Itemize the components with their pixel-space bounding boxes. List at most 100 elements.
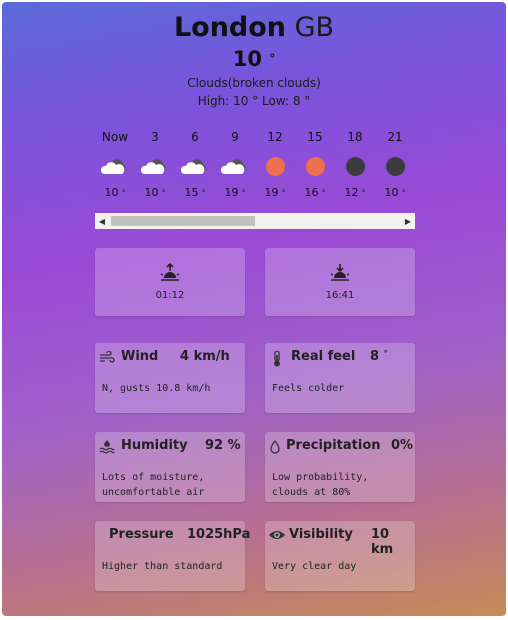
- hourly-time: 3: [151, 130, 159, 144]
- scroll-right-arrow-icon[interactable]: ▶: [401, 213, 415, 229]
- pressure-header: Pressure 1025hPa: [99, 527, 250, 545]
- hourly-item: 18 12 °: [335, 128, 375, 200]
- hourly-temp: 16 °: [295, 186, 335, 200]
- hourly-item: 12 19 °: [255, 128, 295, 200]
- humidity-label: Humidity: [121, 438, 188, 453]
- wind-card: Wind 4 km/h N, gusts 10.8 km/h: [95, 343, 245, 413]
- sun-icon: [295, 146, 335, 186]
- humidity-detail-line-1: Lots of moisture,: [102, 472, 205, 483]
- hourly-temp: 10 °: [95, 186, 135, 200]
- hourly-degree: °: [282, 189, 286, 197]
- thermometer-icon: [269, 350, 285, 367]
- hourly-temp: 10 °: [375, 186, 415, 200]
- hourly-item: 3 10 °: [135, 128, 175, 200]
- hourly-temp: 19 °: [215, 186, 255, 200]
- wind-icon: [99, 350, 115, 365]
- city-name: London: [173, 12, 287, 43]
- scroll-left-arrow-icon[interactable]: ◀: [95, 213, 109, 229]
- visibility-card: Visibility 10 km Very clear day: [265, 521, 415, 591]
- cloud-icon: [175, 146, 215, 186]
- humidity-detail: Lots of moisture, uncomfortable air: [102, 470, 204, 500]
- hourly-temp-value: 19: [264, 186, 279, 199]
- sunrise-time: 01:12: [155, 290, 185, 301]
- hourly-time: Now: [101, 130, 129, 144]
- humidity-card: Humidity 92 % Lots of moisture, uncomfor…: [95, 432, 245, 502]
- hourly-time: 15: [307, 130, 323, 144]
- hourly-degree: °: [322, 189, 326, 197]
- realfeel-degree: °: [383, 349, 388, 358]
- precipitation-detail-line-1: Low probability,: [272, 472, 369, 483]
- wind-label: Wind: [121, 349, 159, 364]
- hourly-scrollbar[interactable]: ◀ ▶: [95, 213, 415, 229]
- precipitation-value: 0%: [391, 438, 414, 453]
- degree-symbol: °: [269, 52, 276, 66]
- hourly-temp: 19 °: [255, 186, 295, 200]
- humidity-icon: [99, 440, 115, 454]
- cloud-icon: [135, 146, 175, 186]
- wind-detail: N, gusts 10.8 km/h: [102, 383, 211, 394]
- hourly-forecast[interactable]: Now 10 ° 3 10 ° 6 15 ° 9 19 ° 12 19 ° 15 16 ° 18 12 °…: [95, 128, 415, 208]
- sunrise-card: 01:12: [95, 248, 245, 316]
- hourly-temp-value: 12: [344, 186, 359, 199]
- current-temp-value: 10: [232, 47, 262, 71]
- wind-header: Wind 4 km/h: [99, 349, 241, 367]
- hourly-degree: °: [362, 189, 366, 197]
- hourly-time: 6: [191, 130, 199, 144]
- pressure-value: 1025hPa: [187, 527, 251, 542]
- eye-icon: [269, 529, 285, 543]
- visibility-header: Visibility 10 km: [269, 527, 411, 557]
- hourly-time: 12: [267, 130, 283, 144]
- location: London GB: [2, 12, 506, 44]
- realfeel-label: Real feel: [291, 349, 356, 364]
- precipitation-card: Precipitation 0% Low probability, clouds…: [265, 432, 415, 502]
- hourly-temp-value: 10: [144, 186, 159, 199]
- moon-icon: [335, 146, 375, 186]
- pressure-card: Pressure 1025hPa Higher than standard: [95, 521, 250, 591]
- hourly-time: 18: [347, 130, 363, 144]
- current-temperature: 10 °: [2, 46, 506, 72]
- hourly-temp-value: 19: [224, 186, 239, 199]
- pressure-detail: Higher than standard: [102, 561, 223, 572]
- country-code: GB: [294, 12, 335, 43]
- hourly-time: 9: [231, 130, 239, 144]
- hourly-temp: 15 °: [175, 186, 215, 200]
- hourly-temp: 10 °: [135, 186, 175, 200]
- scrollbar-thumb[interactable]: [111, 216, 255, 226]
- wind-value: 4 km/h: [180, 349, 230, 364]
- realfeel-value: 8 °: [370, 349, 388, 364]
- visibility-value: 10 km: [371, 527, 394, 557]
- hourly-temp-value: 10: [104, 186, 119, 199]
- hourly-item: Now 10 °: [95, 128, 135, 200]
- hourly-degree: °: [202, 189, 206, 197]
- hourly-temp-value: 10: [384, 186, 399, 199]
- realfeel-card: Real feel 8 ° Feels colder: [265, 343, 415, 413]
- humidity-detail-line-2: uncomfortable air: [102, 487, 205, 498]
- visibility-label: Visibility: [289, 527, 353, 542]
- hourly-temp: 12 °: [335, 186, 375, 200]
- sunset-card: 16:41: [265, 248, 415, 316]
- high-low: High: 10 ° Low: 8 °: [197, 94, 311, 108]
- sunrise-icon: [95, 262, 245, 284]
- humidity-value: 92 %: [205, 438, 241, 453]
- hourly-item: 6 15 °: [175, 128, 215, 200]
- visibility-detail: Very clear day: [272, 561, 357, 572]
- precipitation-detail: Low probability, clouds at 80%: [272, 470, 368, 500]
- droplet-icon: [269, 439, 285, 454]
- hourly-item: 21 10 °: [375, 128, 415, 200]
- hourly-item: 9 19 °: [215, 128, 255, 200]
- pressure-label: Pressure: [109, 527, 174, 542]
- hourly-degree: °: [122, 189, 126, 197]
- hourly-temp-value: 15: [184, 186, 199, 199]
- moon-icon: [375, 146, 415, 186]
- weather-description: Clouds(broken clouds): [187, 76, 321, 90]
- current-weather: London GB 10 ° Clouds(broken clouds) Hig…: [2, 12, 506, 110]
- realfeel-detail: Feels colder: [272, 383, 345, 394]
- hourly-degree: °: [162, 189, 166, 197]
- hourly-time: 21: [387, 130, 403, 144]
- hourly-temp-value: 16: [304, 186, 319, 199]
- hourly-degree: °: [242, 189, 246, 197]
- sunset-icon: [265, 262, 415, 284]
- cloud-icon: [95, 146, 135, 186]
- cloud-icon: [215, 146, 255, 186]
- precipitation-label: Precipitation: [286, 438, 381, 453]
